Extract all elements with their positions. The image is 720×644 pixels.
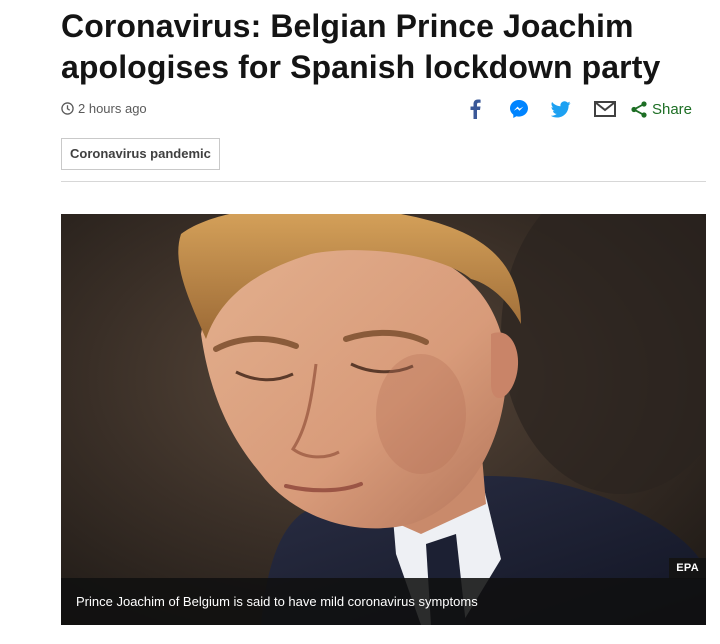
lead-image-figure: EPA Prince Joachim of Belgium is said to… (61, 214, 706, 625)
share-button[interactable]: Share (631, 101, 692, 118)
share-icon (631, 100, 647, 118)
image-caption: Prince Joachim of Belgium is said to hav… (61, 578, 706, 625)
clock-icon (61, 102, 74, 115)
image-credit: EPA (669, 558, 706, 579)
share-label: Share (651, 100, 692, 118)
timestamp-text: 2 hours ago (78, 101, 147, 116)
article: Coronavirus: Belgian Prince Joachim apol… (61, 0, 706, 625)
headline: Coronavirus: Belgian Prince Joachim apol… (61, 8, 661, 85)
timestamp: 2 hours ago (61, 101, 147, 116)
email-icon[interactable] (593, 98, 616, 120)
facebook-icon[interactable] (464, 98, 486, 120)
lead-photo (61, 214, 706, 625)
meta-row: 2 hours ago Share (61, 96, 706, 124)
twitter-icon[interactable] (550, 98, 572, 120)
divider (61, 181, 706, 182)
topic-tag[interactable]: Coronavirus pandemic (61, 138, 220, 170)
messenger-icon[interactable] (508, 98, 530, 120)
tag-row: Coronavirus pandemic (61, 138, 220, 170)
share-tools: Share (464, 98, 692, 120)
